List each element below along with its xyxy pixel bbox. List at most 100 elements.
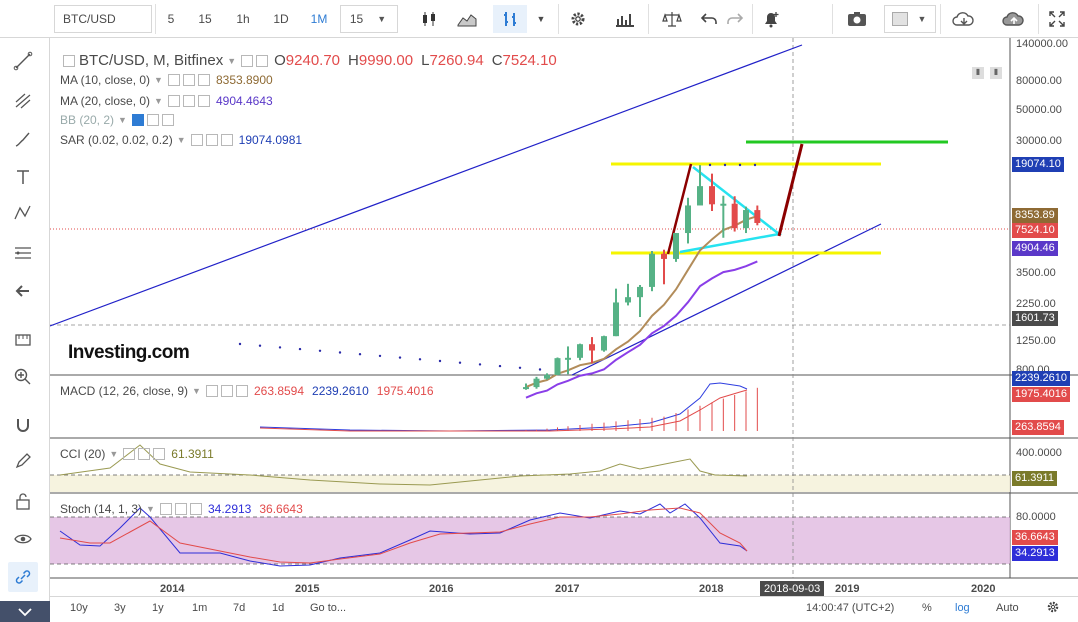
measure-icon[interactable] (8, 324, 38, 354)
eye-toggle[interactable] (131, 114, 144, 126)
interval-label: 5 (167, 12, 175, 26)
close-toggle[interactable] (235, 385, 248, 397)
interval-dropdown[interactable]: 15 ▼ (340, 5, 398, 33)
interval-label: 15 (198, 12, 212, 26)
symbol-search[interactable]: BTC/USD (54, 5, 152, 33)
range-7d[interactable]: 7d (233, 602, 245, 614)
trend-line-icon[interactable] (8, 46, 38, 76)
price-label: 1601.73 (1012, 311, 1058, 326)
gear-icon[interactable] (1046, 600, 1060, 617)
alert-bell-icon[interactable] (756, 5, 786, 33)
bars-chart-icon[interactable] (493, 5, 527, 33)
text-tool-icon[interactable] (8, 162, 38, 192)
indicators-icon[interactable] (610, 5, 640, 33)
top-toolbar: BTC/USD 5 15 1h 1D 1M 15 ▼ ▼ ▼ (0, 0, 1078, 38)
series-checkbox[interactable] (63, 54, 75, 67)
eye-toggle[interactable] (159, 503, 172, 515)
area-chart-icon[interactable] (452, 5, 482, 33)
interval-15[interactable]: 15 (188, 5, 222, 33)
redo-icon[interactable] (722, 5, 748, 33)
compare-scale-icon[interactable] (656, 5, 688, 33)
cloud-upload-icon[interactable] (994, 5, 1034, 33)
investing-watermark: Investing.com (68, 342, 190, 364)
macd-label: 263.8594 (1012, 420, 1064, 435)
eye-toggle[interactable] (190, 134, 203, 146)
settings-toggle[interactable] (182, 74, 195, 86)
camera-icon[interactable] (842, 5, 872, 33)
interval-label: 1h (236, 12, 250, 26)
close-toggle[interactable] (161, 114, 174, 126)
eye-toggle[interactable] (167, 74, 180, 86)
settings-toggle[interactable] (182, 95, 195, 107)
chevron-down-icon[interactable]: ▼ (177, 135, 186, 145)
sar-legend: SAR (0.02, 0.02, 0.2) ▼ 19074.0981 (60, 133, 302, 147)
eye-toggle[interactable] (167, 95, 180, 107)
chart-type-dropdown[interactable]: ▼ (530, 5, 552, 33)
close-toggle[interactable] (153, 448, 166, 460)
log-toggle[interactable]: log (955, 602, 970, 614)
settings-toggle[interactable] (220, 385, 233, 397)
collapse-toolbar-button[interactable] (0, 601, 50, 622)
cloud-download-icon[interactable] (944, 5, 984, 33)
settings-toggle[interactable] (138, 448, 151, 460)
ohlc-body (565, 357, 571, 360)
pitchfork-icon[interactable] (8, 86, 38, 116)
goto-button[interactable]: Go to... (310, 602, 346, 614)
back-arrow-icon[interactable] (8, 276, 38, 306)
settings-toggle[interactable] (205, 134, 218, 146)
time-tick: 2015 (295, 583, 320, 595)
chevron-down-icon[interactable]: ▼ (192, 386, 201, 396)
pattern-icon[interactable] (8, 198, 38, 228)
scale-down-icon[interactable]: ▮ (990, 67, 1002, 79)
magnet-icon[interactable] (8, 410, 38, 440)
interval-1h[interactable]: 1h (226, 5, 260, 33)
link-icon[interactable] (8, 562, 38, 592)
chevron-down-icon[interactable]: ▼ (118, 115, 127, 125)
close-toggle[interactable] (220, 134, 233, 146)
close-toggle[interactable] (197, 95, 210, 107)
eye-toggle[interactable] (241, 54, 254, 67)
fib-icon[interactable] (8, 238, 38, 268)
cci-label: CCI (20) (60, 447, 106, 461)
chevron-down-icon[interactable]: ▼ (146, 504, 155, 514)
range-1y[interactable]: 1y (152, 602, 164, 614)
interval-5[interactable]: 5 (156, 5, 186, 33)
ma10-legend: MA (10, close, 0) ▼ 8353.8900 (60, 73, 273, 87)
percent-toggle[interactable]: % (922, 602, 932, 614)
close-toggle[interactable] (189, 503, 202, 515)
price-tick: 2250.00 (1016, 298, 1056, 310)
chevron-down-icon[interactable]: ▼ (109, 449, 118, 459)
zoom-icon[interactable] (8, 362, 38, 392)
scale-up-icon[interactable]: ▮ (972, 67, 984, 79)
eye-toggle[interactable] (123, 448, 136, 460)
sar-dot (398, 356, 402, 359)
chevron-down-icon[interactable]: ▼ (154, 96, 163, 106)
settings-toggle[interactable] (256, 54, 269, 67)
settings-toggle[interactable] (146, 114, 159, 126)
range-10y[interactable]: 10y (70, 602, 88, 614)
brush-icon[interactable] (8, 124, 38, 154)
main-legend: BTC/USD, M, Bitfinex ▼ O 9240.70 H 9990.00… (60, 52, 557, 69)
undo-icon[interactable] (696, 5, 722, 33)
settings-gear-icon[interactable] (563, 5, 593, 33)
pencil-lock-icon[interactable] (8, 446, 38, 476)
lock-icon[interactable] (8, 486, 38, 516)
range-3y[interactable]: 3y (114, 602, 126, 614)
layout-dropdown[interactable]: ▼ (884, 5, 936, 33)
settings-toggle[interactable] (174, 503, 187, 515)
candles-icon[interactable] (414, 5, 444, 33)
eye-icon[interactable] (8, 524, 38, 554)
eye-toggle[interactable] (205, 385, 218, 397)
auto-toggle[interactable]: Auto (996, 602, 1019, 614)
ohlc-body (625, 297, 631, 303)
interval-1d[interactable]: 1D (264, 5, 298, 33)
fullscreen-icon[interactable] (1042, 5, 1072, 33)
close-toggle[interactable] (197, 74, 210, 86)
interval-1m[interactable]: 1M (302, 5, 336, 33)
sar-label: SAR (0.02, 0.02, 0.2) (60, 133, 173, 147)
range-1d[interactable]: 1d (272, 602, 284, 614)
chevron-down-icon[interactable]: ▼ (154, 75, 163, 85)
triangle-pattern (679, 166, 782, 254)
chevron-down-icon[interactable]: ▼ (227, 56, 236, 66)
range-1m[interactable]: 1m (192, 602, 207, 614)
